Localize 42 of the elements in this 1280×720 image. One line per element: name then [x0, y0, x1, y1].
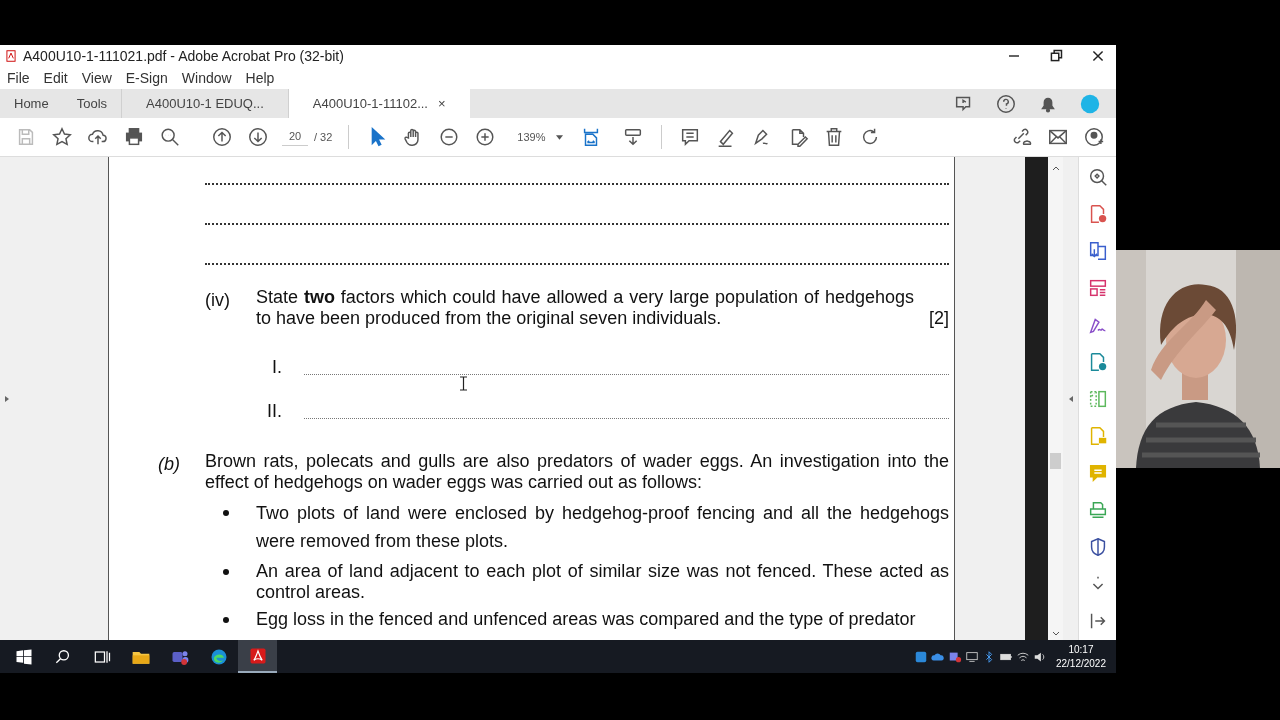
- question-number: (iv): [205, 289, 231, 312]
- scroll-down-icon[interactable]: [1051, 631, 1060, 636]
- display-icon[interactable]: [964, 649, 979, 664]
- part-label: (b): [158, 453, 181, 476]
- tab[interactable]: Tools: [62, 89, 122, 118]
- bullet-text: An area of land adjacent to each plot of similar size was not fenced. These acted as control areas.: [256, 561, 949, 603]
- bullet-icon: [223, 510, 229, 516]
- page-total: / 32: [314, 129, 333, 145]
- menu-item[interactable]: Window: [174, 67, 239, 89]
- question-text: State two factors which could have allowed a very large population of hedgehogs to have been produced from the original seven individuals.: [256, 287, 914, 329]
- minimize-icon: [1009, 55, 1019, 57]
- scroll-up-icon[interactable]: [1051, 166, 1060, 171]
- menu-item[interactable]: View: [74, 67, 119, 89]
- shield-tray-icon[interactable]: [913, 649, 928, 664]
- expand-left-icon: [4, 394, 10, 403]
- fill-in-line[interactable]: [304, 374, 949, 375]
- tab[interactable]: Home: [0, 89, 63, 118]
- acrobat-icon[interactable]: [238, 640, 277, 673]
- tab[interactable]: A400U10-1-11102... ×: [287, 89, 470, 118]
- answer-label: I.: [271, 356, 283, 379]
- pdf-file-icon: [4, 49, 18, 63]
- marks: [2]: [929, 308, 949, 329]
- answer-label: II.: [267, 400, 283, 423]
- bullet-text: Egg loss in the fenced and unfenced areas was compared and the type of predator: [256, 609, 917, 630]
- close-tab-button[interactable]: ×: [438, 93, 446, 114]
- tab[interactable]: A400U10-1 EDUQ...: [121, 89, 288, 118]
- part-text: Brown rats, polecats and gulls are also predators of wader eggs. An investigation into the effect of hedgehogs on wader eggs was carried out as follows:: [205, 451, 949, 493]
- bullet-icon: [223, 569, 229, 575]
- menu-item[interactable]: File: [0, 67, 37, 89]
- menu-item[interactable]: E-Sign: [118, 67, 175, 89]
- collapse-panel-icon: [1067, 394, 1074, 403]
- caret-icon: [555, 134, 563, 140]
- bullet-icon: [223, 617, 229, 623]
- fill-in-line[interactable]: [304, 418, 949, 419]
- clock[interactable]: 10:17 22/12/2022: [1049, 642, 1112, 671]
- bullet-text: Two plots of land were enclosed by hedgehog-proof fencing and all the hedgehogs were removed from these plots.: [256, 502, 949, 553]
- menu-item[interactable]: Help: [238, 67, 282, 89]
- zoom-dropdown[interactable]: 139%: [503, 128, 566, 146]
- menu-item[interactable]: Edit: [36, 67, 75, 89]
- scrollbar-thumb[interactable]: [1050, 453, 1061, 469]
- text-cursor-icon: [459, 376, 468, 391]
- window-title: A400U10-1-111021.pdf - Adobe Acrobat Pro (32-bit): [23, 46, 344, 66]
